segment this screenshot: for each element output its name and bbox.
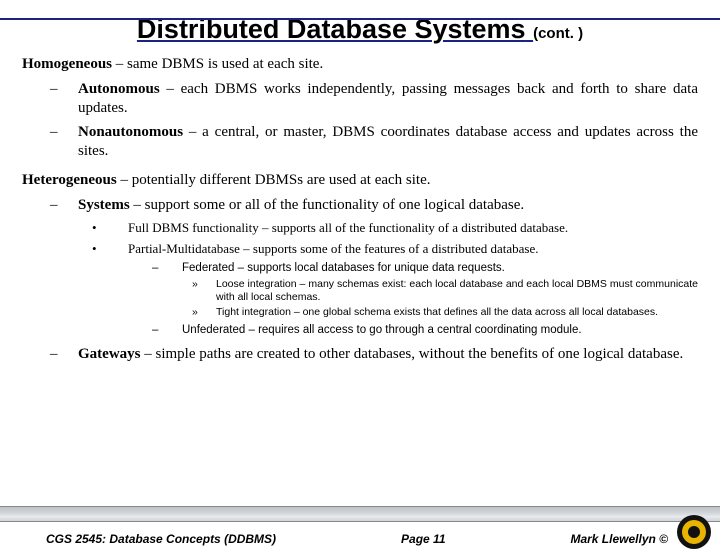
nonautonomous-item: – Nonautonomous – a central, or master, … [50, 123, 698, 161]
federated-def: – supports local databases for unique da… [234, 262, 504, 274]
full-dbms-term: Full DBMS functionality [128, 220, 259, 235]
tight-integration-term: Tight integration [216, 306, 291, 318]
heterogeneous-heading: Heterogeneous – potentially different DB… [22, 171, 698, 190]
full-dbms-def: – supports all of the functionality of a… [259, 220, 568, 235]
dash-icon: – [152, 261, 182, 275]
ucf-logo-icon [676, 514, 712, 550]
partial-multidb-term: Partial-Multidatabase [128, 241, 240, 256]
title-underline [0, 18, 720, 20]
slide-footer: CGS 2545: Database Concepts (DDBMS) Page… [0, 514, 720, 554]
gateways-item: – Gateways – simple paths are created to… [50, 345, 698, 364]
heterogeneous-def: – potentially different DBMSs are used a… [117, 172, 431, 188]
gateways-def: – simple paths are created to other data… [141, 346, 684, 362]
unfederated-item: – Unfederated – requires all access to g… [152, 323, 698, 337]
partial-multidb-item: • Partial-Multidatabase – supports some … [92, 241, 698, 257]
partial-multidb-def: – supports some of the features of a dis… [240, 241, 539, 256]
title-continued: (cont. ) [533, 25, 583, 42]
dash-icon: – [152, 323, 182, 337]
full-dbms-item: • Full DBMS functionality – supports all… [92, 220, 698, 236]
homogeneous-heading: Homogeneous – same DBMS is used at each … [22, 55, 698, 74]
nonautonomous-term: Nonautonomous [78, 124, 183, 140]
dash-icon: – [50, 123, 78, 161]
loose-integration-item: » Loose integration – many schemas exist… [192, 278, 698, 304]
unfederated-term: Unfederated [182, 324, 245, 336]
autonomous-item: – Autonomous – each DBMS works independe… [50, 80, 698, 118]
dash-icon: – [50, 80, 78, 118]
federated-term: Federated [182, 262, 234, 274]
tight-integration-item: » Tight integration – one global schema … [192, 306, 698, 319]
systems-def: – support some or all of the functionali… [130, 197, 524, 213]
bullet-icon: • [92, 220, 128, 236]
raquo-icon: » [192, 278, 216, 304]
footer-gradient-bar [0, 506, 720, 522]
gateways-term: Gateways [78, 346, 141, 362]
homogeneous-term: Homogeneous [22, 56, 112, 72]
footer-page-number: Page 11 [401, 532, 445, 546]
federated-item: – Federated – supports local databases f… [152, 261, 698, 275]
slide-content: Homogeneous – same DBMS is used at each … [0, 55, 720, 364]
dash-icon: – [50, 196, 78, 215]
bullet-icon: • [92, 241, 128, 257]
systems-term: Systems [78, 197, 130, 213]
loose-integration-term: Loose integration [216, 278, 297, 290]
tight-integration-def: – one global schema exists that defines … [291, 306, 658, 318]
raquo-icon: » [192, 306, 216, 319]
dash-icon: – [50, 345, 78, 364]
autonomous-term: Autonomous [78, 81, 160, 97]
systems-item: – Systems – support some or all of the f… [50, 196, 698, 215]
unfederated-def: – requires all access to go through a ce… [245, 324, 581, 336]
footer-course: CGS 2545: Database Concepts (DDBMS) [46, 532, 276, 546]
footer-author: Mark Llewellyn © [570, 532, 668, 546]
heterogeneous-term: Heterogeneous [22, 172, 117, 188]
homogeneous-def: – same DBMS is used at each site. [112, 56, 323, 72]
autonomous-def: – each DBMS works independently, passing… [78, 81, 698, 116]
